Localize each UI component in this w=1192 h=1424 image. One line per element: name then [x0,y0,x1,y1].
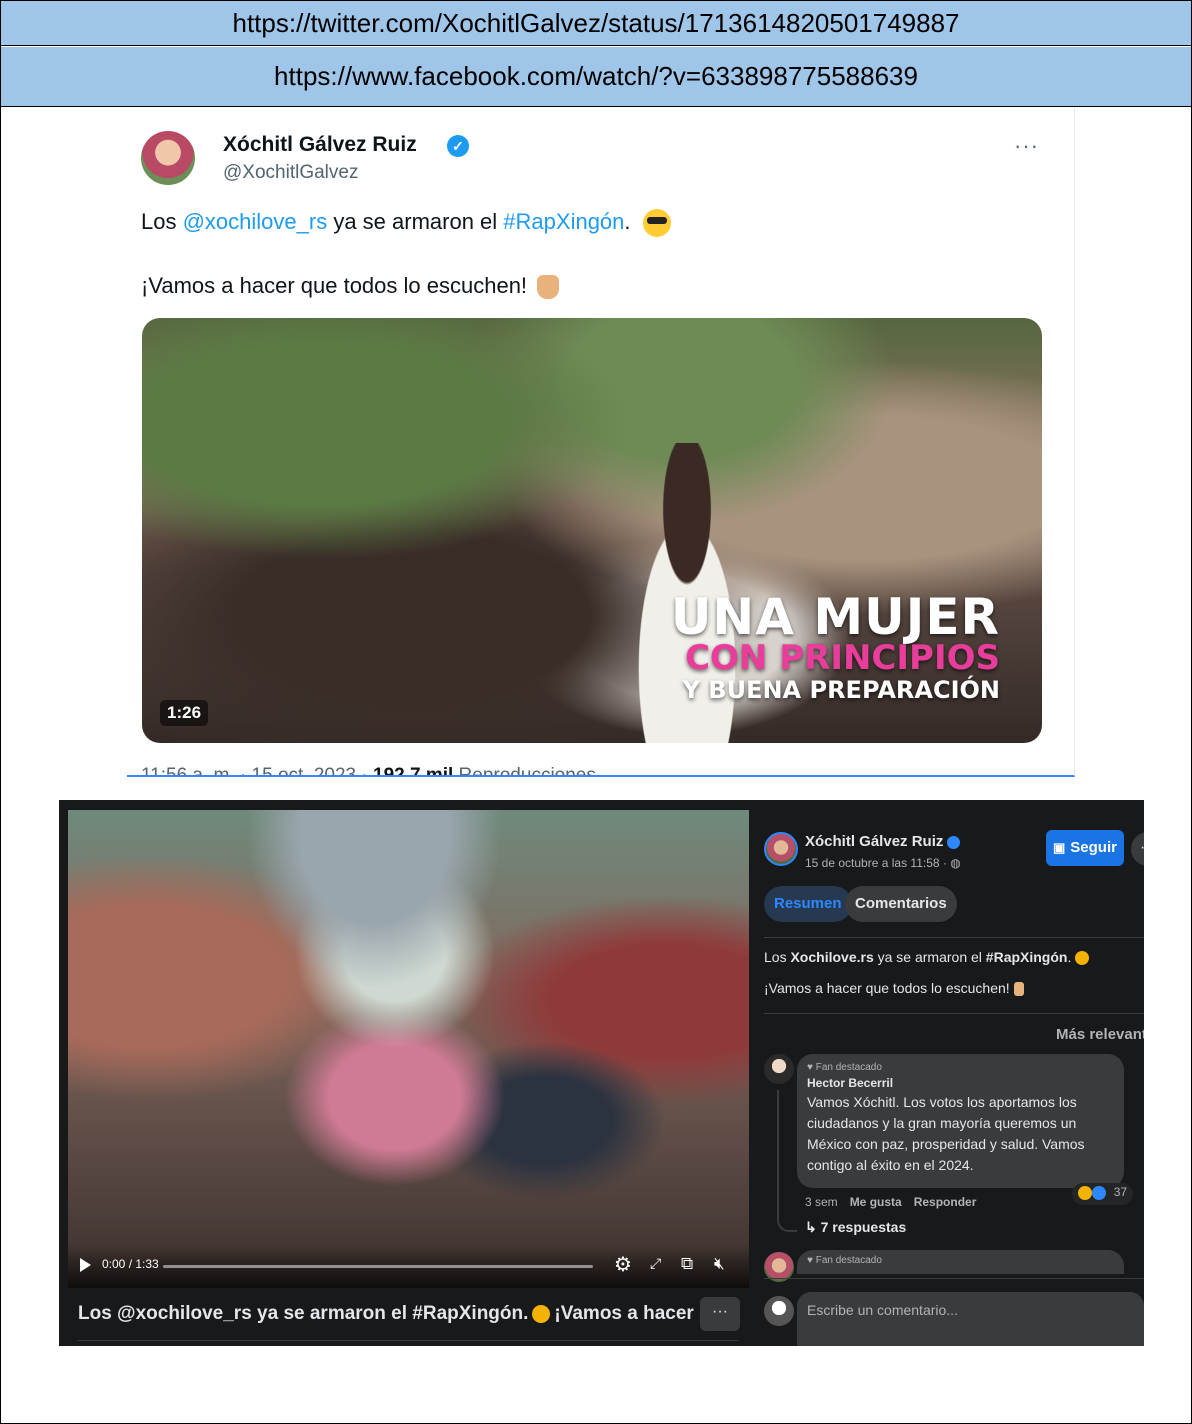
tweet-footer: 11:56 a. m. · 15 oct. 2023 · 192.7 mil R… [141,765,596,777]
comment-sort-dropdown[interactable]: Más relevantes [1056,1026,1144,1043]
mute-icon[interactable]: 🔇︎ [714,1254,725,1274]
post-text-2: ¡Vamos a hacer que todos lo escuchen! [764,980,1010,996]
tweet-text-mid: ya se armaron el [327,209,504,234]
video-progress-bar[interactable] [163,1265,593,1268]
rock-hand-emoji-icon [537,275,560,300]
hashtag-link[interactable]: #RapXingón [503,209,624,234]
comment-author[interactable]: Hector Becerril [807,1076,1114,1090]
avatar[interactable] [764,1296,794,1326]
fan-badge-text: Fan destacado [815,1062,882,1073]
reaction-count: 37 [1113,1185,1128,1199]
badge-icon: ♥ [807,1255,816,1266]
comment-age[interactable]: 3 sem [805,1195,838,1209]
like-button[interactable]: Me gusta [850,1195,902,1209]
divider [764,937,1144,938]
more-options-icon[interactable]: ··· [1014,133,1039,159]
tab-comentarios[interactable]: Comentarios [845,886,957,922]
comment-input[interactable]: Escribe un comentario... [797,1292,1144,1346]
verified-badge-icon: ✓ [447,135,469,157]
video-caption: Los @xochilove_rs ya se armaron el #RapX… [78,1303,738,1325]
avatar[interactable] [764,1054,794,1084]
avatar[interactable] [764,832,798,866]
divider [764,1278,1144,1279]
page-name[interactable]: Xóchitl Gálvez Ruiz [805,833,961,850]
video-overlay-line-2: CON PRINCIPIOS [685,638,1000,678]
page-name-text[interactable]: Xóchitl Gálvez Ruiz [805,833,943,850]
follow-button[interactable]: ▣ Seguir [1046,830,1124,866]
post-text-line-1: Los Xochilove.rs ya se armaron el #RapXi… [764,949,1090,966]
video-overlay-line-3: Y BUENA PREPARACIÓN [682,676,1000,704]
rock-hand-emoji-icon [1013,982,1024,997]
reply-thread-line [777,1090,797,1232]
view-replies-text: 7 respuestas [820,1219,907,1235]
haha-reaction-icon [1078,1185,1092,1200]
fan-badge: ♥ Fan destacado [807,1062,1114,1073]
view-replies-link[interactable]: ↳ 7 respuestas [805,1219,906,1236]
hashtag-link[interactable]: #RapXingón [986,949,1068,965]
video-duration-badge: 1:26 [160,700,209,726]
like-reaction-icon [1092,1185,1107,1200]
picture-in-picture-icon[interactable]: ⧉ [681,1254,693,1274]
tweet-author-name[interactable]: Xóchitl Gálvez Ruiz [223,133,417,157]
comment-bubble: ♥ Fan destacado [797,1250,1124,1274]
facebook-video-player[interactable]: 0:00 / 1:33 ⚙ ⤢ ⧉ 🔇︎ [68,810,749,1288]
sunglasses-emoji-icon [642,209,671,238]
reply-button[interactable]: Responder [914,1195,977,1209]
comment-bubble: ♥ Fan destacado Hector Becerril Vamos Xó… [797,1054,1124,1188]
facebook-watch-panel: 0:00 / 1:33 ⚙ ⤢ ⧉ 🔇︎ Los @xochilove_rs y… [59,800,1144,1346]
fan-badge-text: Fan destacado [815,1255,882,1266]
fan-badge: ♥ Fan destacado [807,1255,1114,1266]
video-caption-text: Los @xochilove_rs ya se armaron el #RapX… [78,1303,529,1324]
settings-gear-icon[interactable]: ⚙ [614,1252,632,1276]
tweet-author-handle[interactable]: @XochitlGalvez [223,162,358,184]
sunglasses-emoji-icon [532,1304,551,1323]
tweet-video[interactable]: UNA MUJER CON PRINCIPIOS Y BUENA PREPARA… [142,318,1042,743]
mention-link[interactable]: @xochilove_rs [183,209,328,234]
reply-arrow-icon: ↳ [805,1219,821,1235]
follow-label: Seguir [1070,839,1117,856]
tweet-text-2: ¡Vamos a hacer que todos lo escuchen! [141,273,528,298]
video-controls: 0:00 / 1:33 ⚙ ⤢ ⧉ 🔇︎ [68,1244,749,1288]
reaction-summary[interactable]: 37 [1072,1183,1134,1205]
video-time: 0:00 / 1:33 [102,1257,159,1271]
caption-more-button[interactable]: ··· [700,1297,740,1331]
facebook-url: https://www.facebook.com/watch/?v=633898… [1,47,1191,107]
more-options-button[interactable]: ··· [1131,832,1144,866]
post-text-post: . [1067,949,1072,965]
facebook-sidebar: Xóchitl Gálvez Ruiz 15 de octubre a las … [759,800,1144,1346]
fullscreen-icon[interactable]: ⤢ [650,1256,661,1272]
play-icon[interactable] [80,1258,91,1272]
sunglasses-emoji-icon [1075,951,1090,966]
verified-badge-icon [947,835,961,849]
tab-resumen[interactable]: Resumen [764,886,852,922]
tweet-views-count: 192.7 mil [373,765,454,777]
twitter-url: https://twitter.com/XochitlGalvez/status… [1,1,1191,46]
post-date-text[interactable]: 15 de octubre a las 11:58 · [805,856,950,870]
post-date: 15 de octubre a las 11:58 · ◍ [805,856,961,870]
post-text-pre: Los [764,949,791,965]
post-text-line-2: ¡Vamos a hacer que todos lo escuchen! [764,980,1024,997]
follow-icon: ▣ [1053,840,1066,855]
divider [78,1340,738,1341]
mention-link[interactable]: Xochilove.rs [790,949,873,965]
globe-icon: ◍ [950,856,961,870]
badge-icon: ♥ [807,1062,816,1073]
tweet-card: Xóchitl Gálvez Ruiz ✓ @XochitlGalvez ···… [127,107,1075,777]
avatar[interactable] [141,131,195,185]
tweet-text-post: . [624,209,631,234]
tweet-text-pre: Los [141,209,183,234]
post-text-mid: ya se armaron el [873,949,986,965]
comment-actions: 3 sem Me gusta Responder [805,1195,988,1209]
tweet-timestamp[interactable]: 11:56 a. m. · 15 oct. 2023 · [141,765,373,775]
tweet-text-line-1: Los @xochilove_rs ya se armaron el #RapX… [141,209,671,238]
tweet-text-line-2: ¡Vamos a hacer que todos lo escuchen! [141,273,560,300]
divider [764,1013,1144,1014]
tweet-views-label: Reproducciones [453,765,596,777]
comment-body: Vamos Xóchitl. Los votos los aportamos l… [807,1094,1085,1173]
